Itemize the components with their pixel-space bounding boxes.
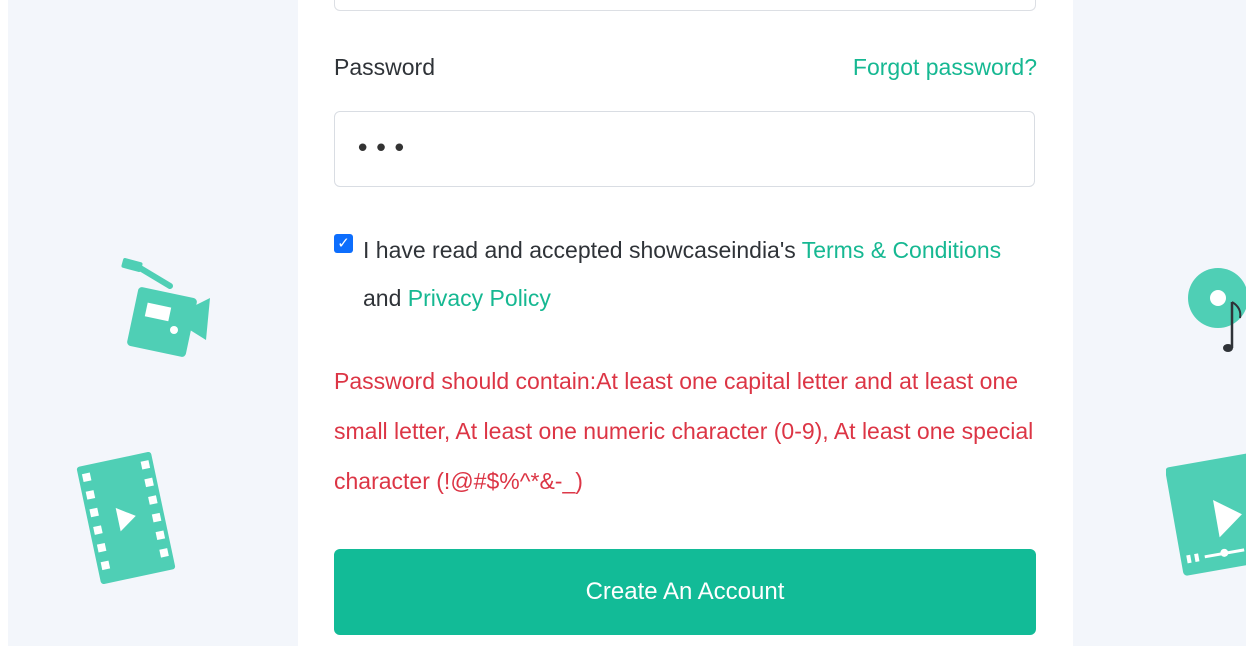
password-input[interactable] — [334, 111, 1035, 187]
create-account-button[interactable]: Create An Account — [334, 549, 1036, 635]
forgot-password-link[interactable]: Forgot password? — [853, 54, 1037, 81]
terms-checkbox[interactable]: ✓ — [334, 234, 353, 253]
terms-row: ✓ I have read and accepted showcaseindia… — [334, 226, 1014, 322]
previous-input-field[interactable] — [334, 0, 1036, 11]
terms-conditions-link[interactable]: Terms & Conditions — [802, 237, 1001, 263]
signup-card: Password Forgot password? ✓ I have read … — [298, 0, 1073, 646]
password-error-message: Password should contain:At least one cap… — [334, 368, 1034, 494]
password-label: Password — [334, 54, 435, 80]
music-disc-icon — [1188, 268, 1246, 352]
page-edge — [0, 0, 8, 646]
privacy-policy-link[interactable]: Privacy Policy — [408, 285, 551, 311]
video-camera-icon — [121, 258, 210, 357]
film-strip-icon — [76, 452, 176, 584]
terms-text: I have read and accepted showcaseindia's… — [363, 226, 1014, 322]
terms-prefix: I have read and accepted showcaseindia's — [363, 237, 802, 263]
video-player-icon — [1166, 449, 1246, 576]
terms-middle: and — [363, 285, 408, 311]
